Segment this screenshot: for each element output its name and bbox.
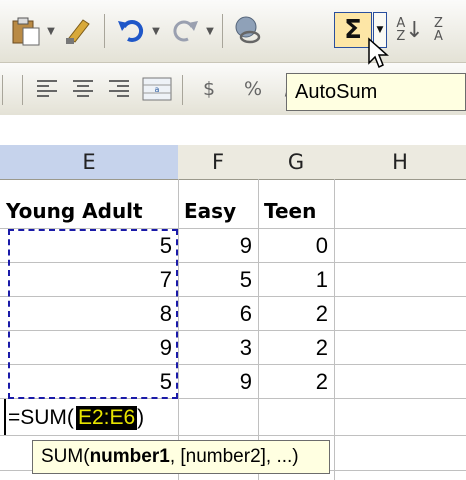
column-header-label: F (211, 150, 225, 174)
cell-g2[interactable]: 0 (258, 228, 334, 263)
align-left-icon[interactable] (32, 73, 62, 105)
percent-button[interactable]: % (236, 73, 270, 105)
toolbar-separator (104, 14, 105, 48)
cell-text: Teen (264, 198, 317, 223)
column-header-g[interactable]: G (258, 145, 335, 180)
formula-range-reference: E2:E6 (75, 405, 138, 430)
cell-f1[interactable]: Easy (178, 193, 258, 228)
paste-icon[interactable] (8, 14, 44, 48)
cell-text: 3 (239, 334, 252, 360)
cell-text: 6 (239, 300, 252, 326)
toolbar-separator (222, 14, 223, 48)
cell-text: 9 (239, 368, 252, 394)
cell-g4[interactable]: 2 (258, 296, 334, 331)
autosum-tooltip-text: AutoSum (295, 80, 378, 103)
cell-text: 1 (315, 266, 328, 292)
column-header-e[interactable]: E (0, 145, 179, 180)
cell-f2[interactable]: 9 (178, 228, 258, 263)
cell-g5[interactable]: 2 (258, 330, 334, 365)
cell-f3[interactable]: 5 (178, 262, 258, 297)
sort-ascending-icon[interactable]: A Z ↓ (392, 12, 428, 48)
cell-text: 2 (315, 368, 328, 394)
paste-dropdown-icon[interactable]: ▼ (45, 24, 57, 38)
column-header-f[interactable]: F (178, 145, 259, 180)
sort-descending-icon[interactable]: ZA (434, 12, 466, 48)
merge-and-center-icon[interactable]: a (140, 73, 174, 105)
tooltip-current-argument: number1 (89, 446, 170, 467)
column-header-label: H (392, 150, 408, 174)
column-header-label: G (287, 150, 305, 174)
toolbar-separator (2, 75, 3, 105)
cell-e1[interactable]: Young Adult (0, 193, 178, 228)
currency-button[interactable]: $ (194, 73, 224, 105)
formula-prefix: =SUM( (8, 405, 74, 429)
percent-symbol: % (243, 78, 263, 100)
cell-f5[interactable]: 3 (178, 330, 258, 365)
cell-text: Young Adult (6, 198, 143, 223)
cell-text: 5 (239, 266, 252, 292)
formatting-toolbar: a $ % , AutoSum (0, 63, 466, 115)
sigma-icon: Σ (344, 15, 362, 45)
cell-text: 2 (315, 334, 328, 360)
cell-g1[interactable]: Teen (258, 193, 334, 228)
cell-text: 9 (239, 232, 252, 258)
formula-suffix: ) (137, 405, 145, 429)
formula-in-cell[interactable]: =SUM(E2:E6) (8, 401, 144, 434)
cell-text: Easy (184, 198, 237, 223)
tooltip-function-name: SUM( (41, 446, 90, 467)
column-header-label: E (82, 150, 96, 174)
cell-g3[interactable]: 1 (258, 262, 334, 297)
hyperlink-icon[interactable] (230, 12, 266, 48)
align-right-icon[interactable] (104, 73, 134, 105)
cell-text: 0 (315, 232, 328, 258)
redo-icon[interactable] (168, 12, 202, 48)
standard-toolbar: ▼ ▼ ▼ Σ ▼ A Z ↓ ZA (0, 0, 466, 69)
autosum-tooltip: AutoSum (286, 73, 466, 111)
undo-dropdown-icon[interactable]: ▼ (150, 24, 162, 38)
tooltip-remaining-arguments: , [number2], ...) (169, 446, 299, 467)
align-center-icon[interactable] (68, 73, 98, 105)
format-painter-icon[interactable] (62, 12, 96, 48)
mouse-cursor-icon (366, 36, 390, 70)
range-selection-marquee (8, 229, 178, 399)
gridline (0, 435, 466, 436)
currency-symbol: $ (202, 78, 216, 100)
column-header-h[interactable]: H (334, 145, 466, 180)
toolbar-separator (182, 75, 183, 105)
undo-icon[interactable] (114, 12, 148, 48)
cell-g6[interactable]: 2 (258, 364, 334, 399)
redo-dropdown-icon[interactable]: ▼ (204, 24, 216, 38)
cell-text: 2 (315, 300, 328, 326)
cell-f6[interactable]: 9 (178, 364, 258, 399)
toolbar-separator (22, 75, 23, 105)
cell-f4[interactable]: 6 (178, 296, 258, 331)
svg-text:a: a (155, 85, 160, 94)
function-argument-tooltip: SUM(number1, [number2], ...) (32, 440, 330, 474)
